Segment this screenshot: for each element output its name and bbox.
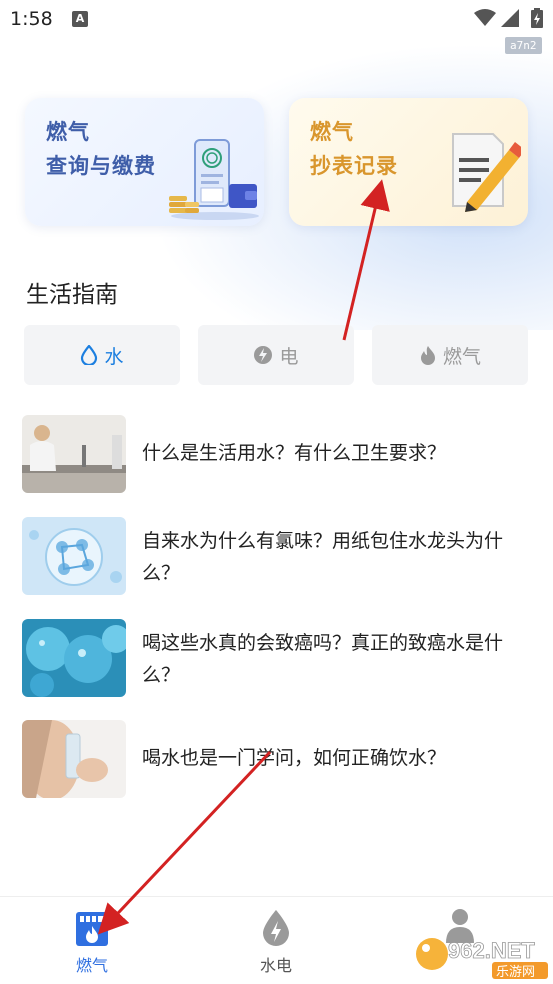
annotation-arrow xyxy=(342,179,390,341)
annotation-arrows xyxy=(97,179,390,935)
annotation-arrow xyxy=(97,750,272,935)
